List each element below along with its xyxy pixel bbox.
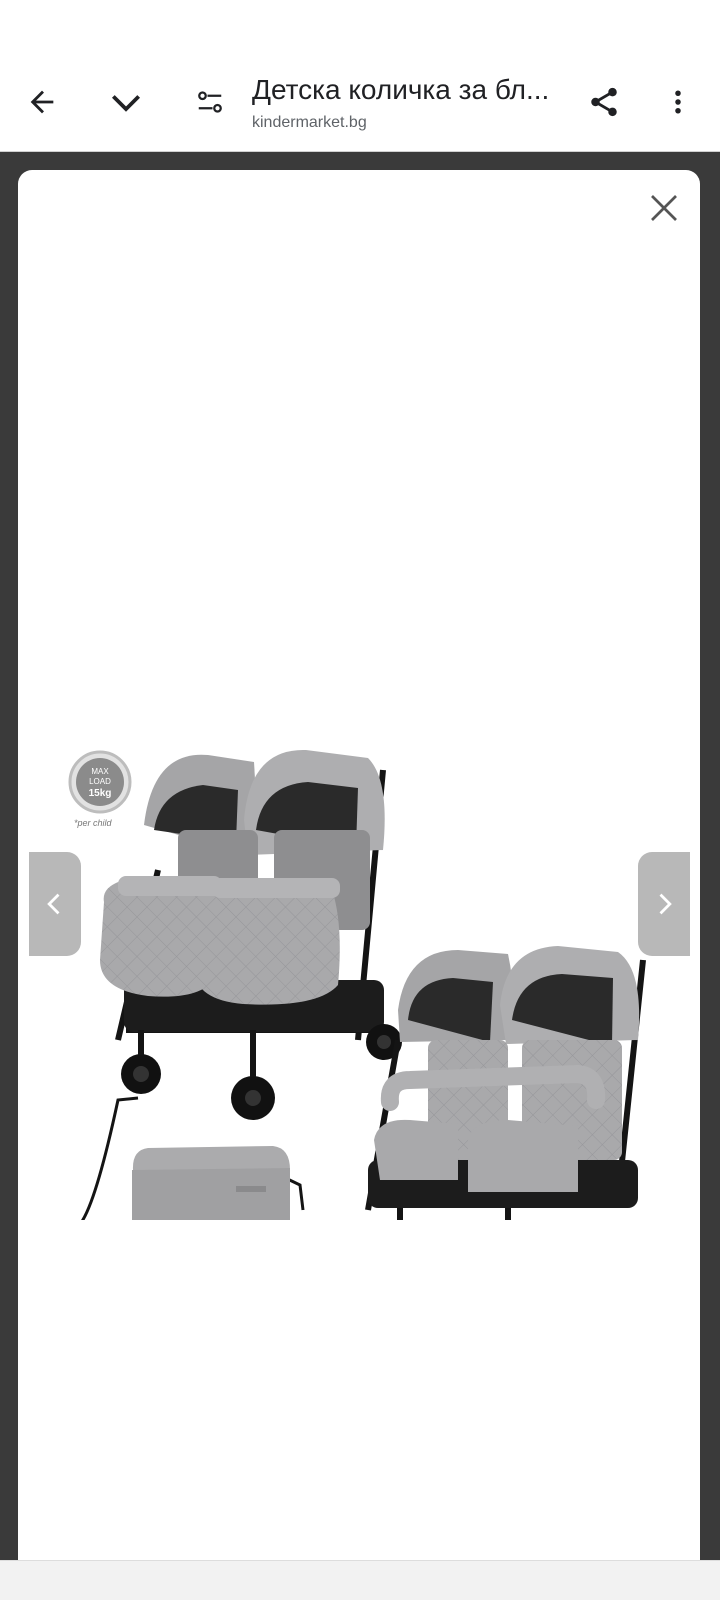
stroller-with-footmuffs <box>100 749 402 1120</box>
chevron-down-icon[interactable] <box>102 78 150 126</box>
page-title: Детска количка за бл... <box>252 74 550 105</box>
previous-image-button[interactable] <box>29 852 81 956</box>
badge-caption: *per child <box>74 818 113 828</box>
bottom-sheet-edge <box>0 1560 720 1600</box>
diaper-bag <box>81 1096 305 1220</box>
image-viewer-card: MAX LOAD 15kg *per child <box>18 170 700 1600</box>
product-image: MAX LOAD 15kg *per child <box>68 749 646 1220</box>
page-url: kindermarket.bg <box>252 114 367 131</box>
max-load-badge: MAX LOAD 15kg *per child <box>68 750 132 828</box>
tune-icon[interactable] <box>186 78 234 126</box>
share-icon[interactable] <box>580 78 628 126</box>
stroller-with-bumper-bar <box>365 946 646 1220</box>
badge-line3: 15kg <box>89 788 112 799</box>
next-image-button[interactable] <box>638 852 690 956</box>
close-icon[interactable] <box>640 184 688 232</box>
chevron-left-icon <box>47 893 60 915</box>
badge-line1: MAX <box>91 767 109 776</box>
chevron-right-icon <box>659 893 672 915</box>
badge-line2: LOAD <box>89 777 111 786</box>
arrow-left-icon[interactable] <box>18 78 66 126</box>
more-vert-icon[interactable] <box>654 78 702 126</box>
app-toolbar: Детска количка за бл... kindermarket.bg <box>0 0 720 152</box>
